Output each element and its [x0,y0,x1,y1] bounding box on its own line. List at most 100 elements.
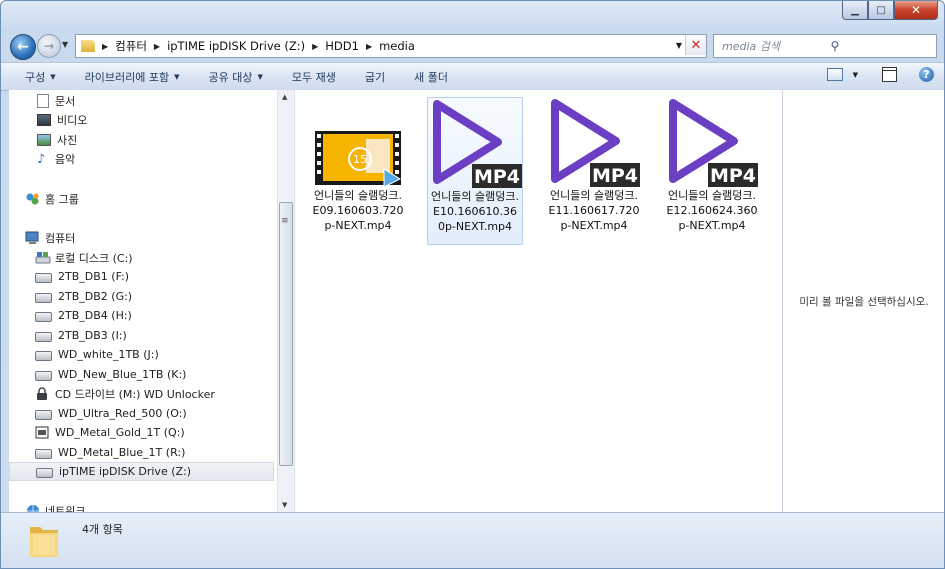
file-name: 언니들의 슬램덩크.E12.160624.360p-NEXT.mp4 [666,189,758,232]
drive-icon [35,293,52,303]
mp4-play-icon: MP4 [551,99,640,187]
breadcrumb-hdd1[interactable]: HDD1 [325,39,359,53]
drive-icon [35,273,52,283]
views-icon[interactable] [826,68,843,81]
scrollbar-thumb[interactable] [279,202,293,466]
chevron-down-icon: ▼ [174,72,180,81]
include-library-button[interactable]: 라이브러리에 포함 ▼ [69,69,193,85]
nav-item-drive-k[interactable]: WD_New_Blue_1TB (K:) [35,365,186,384]
nav-item-label: WD_Metal_Gold_1T (Q:) [55,426,185,439]
drive-icon [35,351,52,361]
file-name: 언니들의 슬램덩크.E11.160617.720p-NEXT.mp4 [548,189,640,232]
nav-item-drive-i[interactable]: 2TB_DB3 (I:) [35,326,127,345]
nav-item-label: CD 드라이브 (M:) WD Unlocker [55,387,215,401]
breadcrumb-computer[interactable]: 컴퓨터 [115,38,147,54]
file-item[interactable]: 15 언니들의 슬램덩크.E09.160603.720p-NEXT.mp4 [310,97,406,245]
chevron-down-icon: ▼ [50,72,56,81]
scroll-down-arrow-icon[interactable]: ▼ [282,501,287,509]
nav-item-drive-m[interactable]: CD 드라이브 (M:) WD Unlocker [35,384,215,403]
navigation-pane: 문서 비디오 사진 ♪ 음악 홈 그룹 컴퓨터 로컬 디스크 (C:) 2TB_… [9,90,277,512]
maximize-button[interactable]: □ [868,1,894,20]
nav-item-drive-r[interactable]: WD_Metal_Blue_1T (R:) [35,443,185,462]
navigation-row: ← → ▼ ▶ 컴퓨터 ▶ ipTIME ipDISK Drive (Z:) ▶… [1,31,944,60]
local-disk-icon [35,251,51,264]
new-folder-button[interactable]: 새 폴더 [398,69,461,85]
search-box[interactable]: media 검색 ⚲ [713,34,937,58]
preview-pane-icon[interactable] [882,67,897,82]
nav-item-drive-q[interactable]: WD_Metal_Gold_1T (Q:) [35,423,185,442]
chevron-right-icon[interactable]: ▶ [154,42,160,51]
chevron-right-icon[interactable]: ▶ [102,42,108,51]
computer-icon [25,231,39,244]
breadcrumb-media[interactable]: media [379,39,415,53]
back-button[interactable]: ← [10,34,36,60]
search-icon[interactable]: ⚲ [831,39,932,53]
video-icon [37,113,51,126]
nav-item-drive-f[interactable]: 2TB_DB1 (F:) [35,267,129,286]
mp4-badge: MP4 [474,166,520,188]
chevron-right-icon[interactable]: ▶ [312,42,318,51]
document-icon [37,93,49,108]
preview-message: 미리 볼 파일을 선택하십시오. [799,295,929,308]
stop-button[interactable]: ✕ [685,35,706,55]
nav-item-drive-g[interactable]: 2TB_DB2 (G:) [35,287,132,306]
nav-item-label: WD_white_1TB (J:) [58,348,159,361]
file-name: 언니들의 슬램덩크.E09.160603.720p-NEXT.mp4 [312,189,404,232]
help-icon[interactable]: ? [919,67,934,82]
nav-item-drive-z[interactable]: ipTIME ipDISK Drive (Z:) [9,462,274,481]
file-item[interactable]: MP4 언니들의 슬램덩크.E12.160624.360p-NEXT.mp4 [664,97,760,245]
nav-item-drive-h[interactable]: 2TB_DB4 (H:) [35,306,132,325]
nav-item-label: 네트워크 [45,504,86,513]
address-history-dropdown[interactable]: ▼ [676,41,682,50]
drive-icon [35,371,52,381]
nav-item-music[interactable]: ♪ 음악 [37,149,75,168]
nav-item-label: 2TB_DB4 (H:) [58,309,132,322]
forward-button[interactable]: → [37,34,61,58]
nav-item-drive-o[interactable]: WD_Ultra_Red_500 (O:) [35,404,187,423]
picture-icon [37,133,51,146]
drive-icon [35,332,52,342]
toolbar-right: ▼ ? [826,67,934,82]
file-name: 언니들의 슬램덩크.E10.160610.360p-NEXT.mp4 [431,190,519,233]
network-drive-icon [36,468,53,478]
nav-pane-scrollbar[interactable]: ▲ ≡ ▼ [277,90,294,512]
chevron-down-icon[interactable]: ▼ [853,71,858,79]
nav-item-label: 2TB_DB3 (I:) [58,329,127,342]
minimize-button[interactable]: ▁ [842,1,868,20]
nav-item-computer[interactable]: 컴퓨터 [25,228,75,247]
nav-item-label: 2TB_DB2 (G:) [58,290,133,303]
nav-item-network[interactable]: 네트워크 [25,501,85,512]
command-bar: 구성 ▼ 라이브러리에 포함 ▼ 공유 대상 ▼ 모두 재생 굽기 새 폴더 ▼ ? [1,62,944,91]
nav-item-label: 로컬 디스크 (C:) [55,251,133,265]
breadcrumb-drive[interactable]: ipTIME ipDISK Drive (Z:) [167,39,305,53]
organize-button[interactable]: 구성 ▼ [1,69,69,85]
burn-button[interactable]: 굽기 [349,69,398,85]
file-item[interactable]: MP4 언니들의 슬램덩크.E11.160617.720p-NEXT.mp4 [546,97,642,245]
folder-icon [30,527,58,557]
share-button[interactable]: 공유 대상 ▼ [193,69,276,85]
age-rating-badge: 15 [353,153,367,166]
nav-item-pictures[interactable]: 사진 [37,130,77,149]
nav-item-drive-c[interactable]: 로컬 디스크 (C:) [35,248,133,267]
scroll-up-arrow-icon[interactable]: ▲ [282,93,287,101]
mp4-badge: MP4 [710,165,756,187]
drive-icon [35,312,52,322]
nav-item-documents[interactable]: 문서 [37,91,75,110]
nav-item-label: WD_Ultra_Red_500 (O:) [58,407,187,420]
nav-item-homegroup[interactable]: 홈 그룹 [25,189,79,208]
file-item[interactable]: MP4 언니들의 슬램덩크.E10.160610.360p-NEXT.mp4 [427,97,523,245]
network-icon [25,504,39,512]
arrow-right-icon: → [43,39,55,53]
caption-buttons: ▁ □ ✕ [842,1,938,20]
lock-icon [35,387,49,400]
recent-pages-dropdown[interactable]: ▼ [62,40,68,49]
search-input[interactable]: media 검색 [722,38,823,54]
play-all-button[interactable]: 모두 재생 [276,69,349,85]
breadcrumb: ▶ 컴퓨터 ▶ ipTIME ipDISK Drive (Z:) ▶ HDD1 … [95,38,415,54]
address-bar[interactable]: ▶ 컴퓨터 ▶ ipTIME ipDISK Drive (Z:) ▶ HDD1 … [75,34,707,58]
nav-item-drive-j[interactable]: WD_white_1TB (J:) [35,345,159,364]
chevron-right-icon[interactable]: ▶ [366,42,372,51]
drive-icon [35,410,52,420]
nav-item-videos[interactable]: 비디오 [37,110,87,129]
close-button[interactable]: ✕ [894,1,938,20]
